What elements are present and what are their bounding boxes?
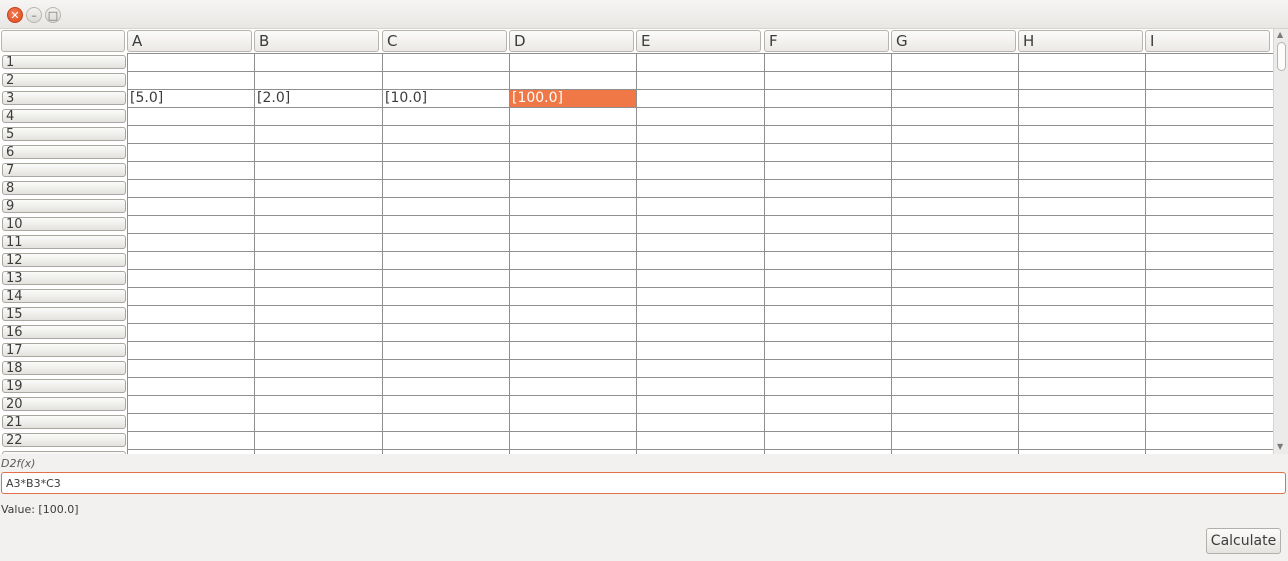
grid-row-line: [127, 305, 1273, 306]
row-header-12[interactable]: 12: [2, 253, 126, 267]
grid-column-line: [382, 53, 383, 454]
row-header-1[interactable]: 1: [2, 55, 126, 69]
grid-row-line: [127, 71, 1273, 72]
grid-column-line: [509, 53, 510, 454]
grid-column-line: [764, 53, 765, 454]
row-header-9[interactable]: 9: [2, 199, 126, 213]
grid-row-line: [127, 359, 1273, 360]
grid-row-line: [127, 377, 1273, 378]
corner-header: [1, 30, 125, 52]
column-header-e[interactable]: E: [636, 30, 761, 52]
grid-row-line: [127, 197, 1273, 198]
row-header-18[interactable]: 18: [2, 361, 126, 375]
row-header-4[interactable]: 4: [2, 109, 126, 123]
row-header-10[interactable]: 10: [2, 217, 126, 231]
grid-row-line: [127, 125, 1273, 126]
grid-column-line: [891, 53, 892, 454]
grid-row-line: [127, 143, 1273, 144]
row-header-5[interactable]: 5: [2, 127, 126, 141]
minimize-icon[interactable]: –: [26, 7, 42, 23]
row-header-3[interactable]: 3: [2, 91, 126, 105]
row-header-partial[interactable]: [2, 451, 126, 454]
close-icon[interactable]: ✕: [7, 7, 23, 23]
grid-row-line: [127, 395, 1273, 396]
spreadsheet-grid: A B C D E F G H I 1 2 3 4 5 6 7 8 9 10 11 12 13 14 15 16 17 18 19 20…: [0, 29, 1273, 454]
row-header-20[interactable]: 20: [2, 397, 126, 411]
row-header-6[interactable]: 6: [2, 145, 126, 159]
grid-row-line: [127, 53, 1273, 54]
grid-row-line: [127, 431, 1273, 432]
row-header-11[interactable]: 11: [2, 235, 126, 249]
grid-column-line: [1018, 53, 1019, 454]
grid-row-line: [127, 323, 1273, 324]
row-header-16[interactable]: 16: [2, 325, 126, 339]
scroll-up-icon[interactable]: ▲: [1277, 30, 1283, 39]
grid-row-line: [127, 287, 1273, 288]
grid-row-line: [127, 449, 1273, 450]
grid-row-line: [127, 215, 1273, 216]
row-header-7[interactable]: 7: [2, 163, 126, 177]
row-header-22[interactable]: 22: [2, 433, 126, 447]
vertical-scrollbar[interactable]: ▲ ▼: [1273, 29, 1288, 454]
maximize-icon[interactable]: □: [45, 7, 61, 23]
column-header-f[interactable]: F: [764, 30, 889, 52]
title-bar: ✕ – □: [0, 0, 1288, 29]
cell-b3[interactable]: [2.0]: [255, 90, 381, 107]
column-header-g[interactable]: G: [891, 30, 1016, 52]
scroll-down-icon[interactable]: ▼: [1277, 442, 1283, 451]
column-header-i[interactable]: I: [1145, 30, 1270, 52]
row-header-8[interactable]: 8: [2, 181, 126, 195]
grid-row-line: [127, 179, 1273, 180]
row-header-15[interactable]: 15: [2, 307, 126, 321]
calculate-button[interactable]: Calculate: [1206, 528, 1281, 554]
grid-row-line: [127, 161, 1273, 162]
grid-column-line: [127, 53, 128, 454]
column-header-b[interactable]: B: [254, 30, 379, 52]
grid-row-line: [127, 413, 1273, 414]
column-header-h[interactable]: H: [1018, 30, 1143, 52]
grid-row-line: [127, 233, 1273, 234]
row-header-17[interactable]: 17: [2, 343, 126, 357]
cell-d3[interactable]: [100.0]: [510, 90, 636, 107]
row-header-13[interactable]: 13: [2, 271, 126, 285]
value-label: Value: [100.0]: [1, 503, 79, 516]
row-header-14[interactable]: 14: [2, 289, 126, 303]
formula-input[interactable]: [1, 472, 1286, 494]
grid-column-line: [1145, 53, 1146, 454]
formula-label: D2f(x): [1, 457, 36, 470]
grid-row-line: [127, 251, 1273, 252]
column-header-c[interactable]: C: [382, 30, 507, 52]
column-header-a[interactable]: A: [127, 30, 252, 52]
row-header-2[interactable]: 2: [2, 73, 126, 87]
cell-c3[interactable]: [10.0]: [383, 90, 509, 107]
grid-row-line: [127, 107, 1273, 108]
row-header-19[interactable]: 19: [2, 379, 126, 393]
column-header-d[interactable]: D: [509, 30, 634, 52]
row-header-21[interactable]: 21: [2, 415, 126, 429]
grid-column-line: [636, 53, 637, 454]
grid-column-line: [254, 53, 255, 454]
cell-a3[interactable]: [5.0]: [128, 90, 254, 107]
grid-row-line: [127, 269, 1273, 270]
grid-row-line: [127, 341, 1273, 342]
scroll-thumb[interactable]: [1277, 42, 1286, 71]
